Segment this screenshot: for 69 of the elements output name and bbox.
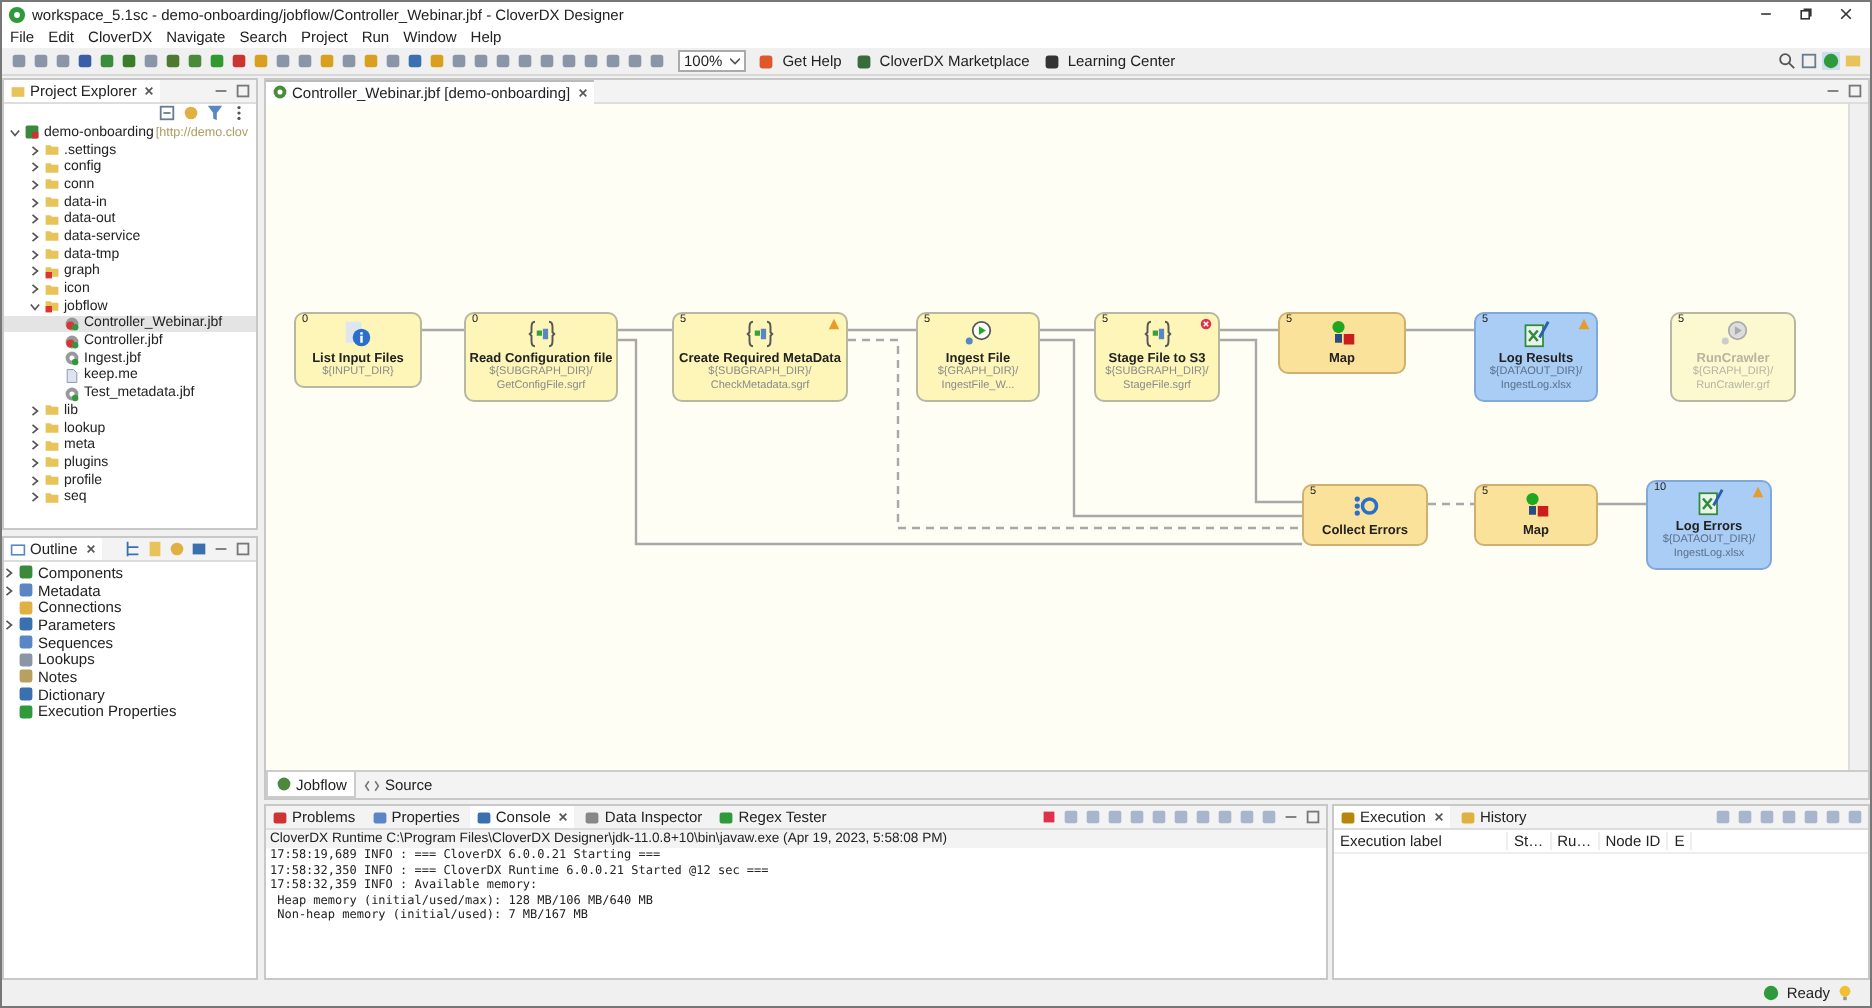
spreadsheet-icon (1522, 320, 1550, 348)
map-icon (1522, 492, 1550, 520)
code-icon (364, 777, 381, 793)
maximize-icon[interactable] (1846, 82, 1864, 100)
tab-icon (584, 809, 601, 825)
collapse-icon[interactable] (158, 104, 176, 122)
close-icon[interactable] (1838, 6, 1854, 22)
file-icon (64, 367, 80, 384)
chevron-icon[interactable] (30, 301, 40, 312)
maximize-icon[interactable] (1304, 808, 1322, 826)
clover-logo-icon[interactable] (1762, 984, 1781, 1002)
maximize-icon[interactable] (234, 540, 252, 558)
subgraph-icon (527, 320, 555, 348)
close-icon[interactable] (1433, 812, 1444, 822)
stop-icon[interactable] (1040, 808, 1058, 826)
tab-icon (1340, 809, 1356, 825)
chevron-icon[interactable] (30, 475, 40, 486)
square-icon (855, 53, 872, 69)
maximize-icon[interactable] (234, 82, 252, 100)
search-icon[interactable] (1778, 52, 1796, 70)
tab-icon (272, 809, 288, 825)
tab-icon (371, 809, 388, 825)
connector-line (1598, 502, 1646, 506)
outline-icon (10, 541, 26, 557)
close-icon[interactable] (144, 86, 155, 96)
square-icon (1043, 53, 1060, 69)
connector-line (1040, 328, 1094, 332)
chevron-icon[interactable] (4, 619, 14, 630)
chevron-icon[interactable] (30, 457, 40, 468)
tab-icon (718, 809, 735, 825)
clover-logo-icon[interactable] (1822, 52, 1840, 70)
chevron-icon[interactable] (30, 440, 40, 451)
restore-icon[interactable] (1798, 6, 1814, 22)
connector-line (848, 328, 916, 332)
chevron-icon[interactable] (30, 214, 40, 225)
chevron-icon[interactable] (30, 231, 40, 242)
connector-line (1428, 502, 1474, 506)
chevron-icon[interactable] (30, 162, 40, 173)
chevron-icon[interactable] (30, 423, 40, 434)
tab-icon (1459, 809, 1476, 825)
chevron-icon[interactable] (30, 249, 40, 260)
scrollbar[interactable] (1848, 104, 1868, 770)
project-icon (24, 124, 40, 141)
chevron-icon[interactable] (30, 405, 40, 416)
folder-icon (10, 83, 26, 99)
connector-line (618, 328, 672, 332)
chevron-icon[interactable] (30, 266, 40, 277)
chevron-icon[interactable] (30, 197, 40, 208)
chevron-icon[interactable] (30, 492, 40, 503)
close-icon[interactable] (85, 544, 96, 554)
connector-line (1220, 328, 1278, 332)
lightbulb-icon (1836, 984, 1854, 1002)
spreadsheet-icon (1695, 488, 1723, 516)
connector-line (1406, 328, 1474, 332)
map-icon (1328, 320, 1356, 348)
close-icon[interactable] (558, 812, 569, 822)
square-icon (758, 53, 775, 69)
connector-line (422, 328, 464, 332)
tab-icon (475, 809, 492, 825)
chevron-icon[interactable] (30, 145, 40, 156)
caret-icon (730, 57, 741, 65)
info-icon (344, 320, 372, 348)
subgraph-icon (746, 320, 774, 348)
chevron-icon[interactable] (10, 127, 20, 138)
close-icon[interactable] (578, 87, 589, 97)
subgraph-icon (1143, 320, 1171, 348)
merge-icon (1351, 492, 1379, 520)
chevron-icon[interactable] (30, 179, 40, 190)
chevron-icon[interactable] (30, 284, 40, 295)
